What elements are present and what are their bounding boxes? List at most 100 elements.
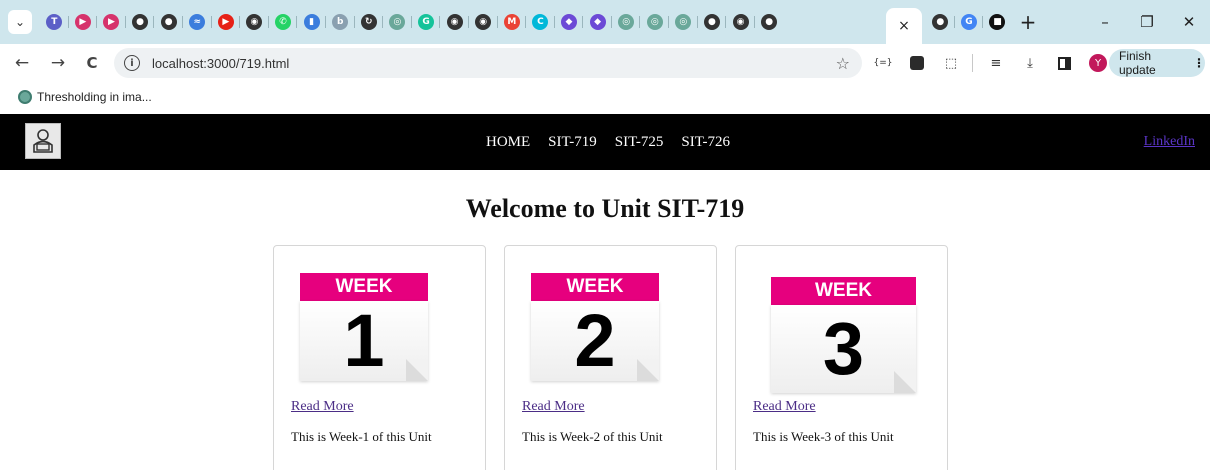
calendar-page: 1: [300, 301, 428, 381]
browser-tab[interactable]: ●: [126, 11, 155, 33]
read-more-link[interactable]: Read More: [753, 399, 816, 415]
calendar-week-number: 1: [343, 299, 385, 382]
browser-tab[interactable]: ≈: [183, 11, 212, 33]
browser-tab[interactable]: M: [498, 11, 527, 33]
play-icon: ▶: [103, 14, 120, 30]
chatgpt-icon: ◎: [618, 14, 635, 30]
browser-tab[interactable]: ◉: [240, 11, 269, 33]
media-extension-icon[interactable]: [904, 51, 930, 75]
gmail-icon: M: [503, 14, 520, 30]
bookmarks-bar: Thresholding in ima...: [0, 82, 1210, 112]
restore-button[interactable]: ❐: [1126, 0, 1168, 44]
hacker-logo-icon: [33, 129, 53, 153]
browser-tab[interactable]: ●: [926, 11, 955, 33]
avatar: Y: [1089, 54, 1107, 72]
browser-tab[interactable]: ◆: [555, 11, 584, 33]
browser-tab[interactable]: ✆: [269, 11, 298, 33]
browser-tab[interactable]: ◎: [669, 11, 698, 33]
canva-icon: C: [532, 14, 549, 30]
tab-search-button[interactable]: ⌄: [8, 10, 32, 34]
read-more-link[interactable]: Read More: [522, 399, 585, 415]
calendar-page: 2: [531, 301, 659, 381]
github-icon: ●: [761, 14, 778, 30]
grammarly-icon: G: [418, 14, 435, 30]
browser-tab[interactable]: ▶: [212, 11, 241, 33]
chatgpt-icon: ◎: [646, 14, 663, 30]
browser-tab[interactable]: ◎: [640, 11, 669, 33]
reading-list-icon[interactable]: ≡: [983, 51, 1009, 75]
chatgpt-icon: ◎: [389, 14, 406, 30]
browser-tab[interactable]: ◉: [440, 11, 469, 33]
browser-tab[interactable]: ●: [154, 11, 183, 33]
other-tabs: ● G ■: [926, 11, 1012, 33]
browser-tab[interactable]: ▮: [297, 11, 326, 33]
address-bar[interactable]: i localhost:3000/719.html ☆: [114, 48, 862, 78]
nav-link-sit-725[interactable]: SIT-725: [615, 134, 664, 151]
play-icon: ▶: [74, 14, 91, 30]
forward-button[interactable]: →: [46, 51, 70, 75]
calendar-week-label: WEEK: [771, 277, 916, 305]
browser-tab[interactable]: ◎: [612, 11, 641, 33]
calendar-week-number: 3: [822, 307, 865, 390]
calendar-week-number: 2: [574, 299, 616, 382]
finish-update-button[interactable]: Finish update ⋮: [1109, 49, 1205, 77]
browser-tab-strip: ⌄ T ▶ ▶ ● ● ≈ ▶ ◉ ✆ ▮ b ↻ ◎ G ◉ ◉ M C ◆ ◆ ◎ ◎ ◎ ● ◉ ● × ● G ■ + – ❐…: [0, 0, 1210, 44]
browser-tab[interactable]: ◉: [469, 11, 498, 33]
clock-icon: ◉: [446, 14, 463, 30]
minimize-button[interactable]: –: [1084, 0, 1126, 44]
bookmark-icon: ▮: [303, 14, 320, 30]
url-text[interactable]: localhost:3000/719.html: [152, 56, 289, 71]
profile-button[interactable]: Y: [1085, 51, 1111, 75]
bookmark-item[interactable]: Thresholding in ima...: [37, 90, 152, 104]
puzzle-icon[interactable]: ⬚: [938, 51, 964, 75]
browser-tab[interactable]: G: [955, 11, 984, 33]
page-curl: [637, 359, 659, 381]
site-logo[interactable]: [25, 123, 61, 159]
active-tab[interactable]: ×: [886, 8, 922, 44]
teams-icon: T: [46, 14, 63, 30]
browser-tab[interactable]: T: [40, 11, 69, 33]
browser-tab[interactable]: ▶: [97, 11, 126, 33]
chatgpt-icon: [18, 90, 32, 104]
finish-update-label: Finish update: [1119, 49, 1156, 77]
close-window-button[interactable]: ✕: [1168, 0, 1210, 44]
linkedin-link[interactable]: LinkedIn: [1144, 134, 1195, 150]
chatgpt-icon: ◎: [675, 14, 692, 30]
browser-tab[interactable]: C: [526, 11, 555, 33]
pinned-tabs: T ▶ ▶ ● ● ≈ ▶ ◉ ✆ ▮ b ↻ ◎ G ◉ ◉ M C ◆ ◆ ◎ ◎ ◎ ● ◉ ●: [40, 11, 783, 33]
calendar-page: 3: [771, 305, 916, 393]
bookmark-star-icon[interactable]: ☆: [836, 54, 850, 73]
browser-tab[interactable]: ■: [983, 11, 1012, 33]
new-tab-button[interactable]: +: [1016, 10, 1040, 34]
week-card: WEEK 3 Read More This is Week-3 of this …: [735, 245, 948, 470]
week-calendar-image: WEEK 2: [531, 273, 659, 381]
back-button[interactable]: ←: [10, 51, 34, 75]
week-card: WEEK 2 Read More This is Week-2 of this …: [504, 245, 717, 470]
side-panel-icon[interactable]: [1051, 51, 1077, 75]
nav-link-home[interactable]: HOME: [486, 134, 530, 151]
close-tab-icon[interactable]: ×: [898, 18, 910, 34]
browser-tab[interactable]: ◉: [726, 11, 755, 33]
card-description: This is Week-1 of this Unit: [291, 429, 432, 444]
nav-link-sit-726[interactable]: SIT-726: [681, 134, 730, 151]
github-icon: ●: [932, 14, 949, 30]
browser-tab[interactable]: b: [326, 11, 355, 33]
reload-button[interactable]: C: [80, 51, 104, 75]
read-more-link[interactable]: Read More: [291, 399, 354, 415]
download-icon[interactable]: ⤓: [1017, 51, 1043, 75]
site-info-icon[interactable]: i: [124, 55, 140, 71]
week-cards: WEEK 1 Read More This is Week-1 of this …: [273, 245, 948, 470]
chevron-down-icon: ⌄: [14, 15, 26, 29]
browser-tab[interactable]: ▶: [69, 11, 98, 33]
clock-icon: ◉: [475, 14, 492, 30]
browser-tab[interactable]: ●: [755, 11, 784, 33]
browser-tab[interactable]: ●: [698, 11, 727, 33]
browser-tab[interactable]: ◆: [583, 11, 612, 33]
google-icon: G: [960, 14, 977, 30]
wave-icon: ≈: [189, 14, 206, 30]
browser-tab[interactable]: G: [412, 11, 441, 33]
nav-link-sit-719[interactable]: SIT-719: [548, 134, 597, 151]
browser-tab[interactable]: ◎: [383, 11, 412, 33]
browser-tab[interactable]: ↻: [355, 11, 384, 33]
braces-extension-icon[interactable]: {=}: [870, 51, 896, 75]
